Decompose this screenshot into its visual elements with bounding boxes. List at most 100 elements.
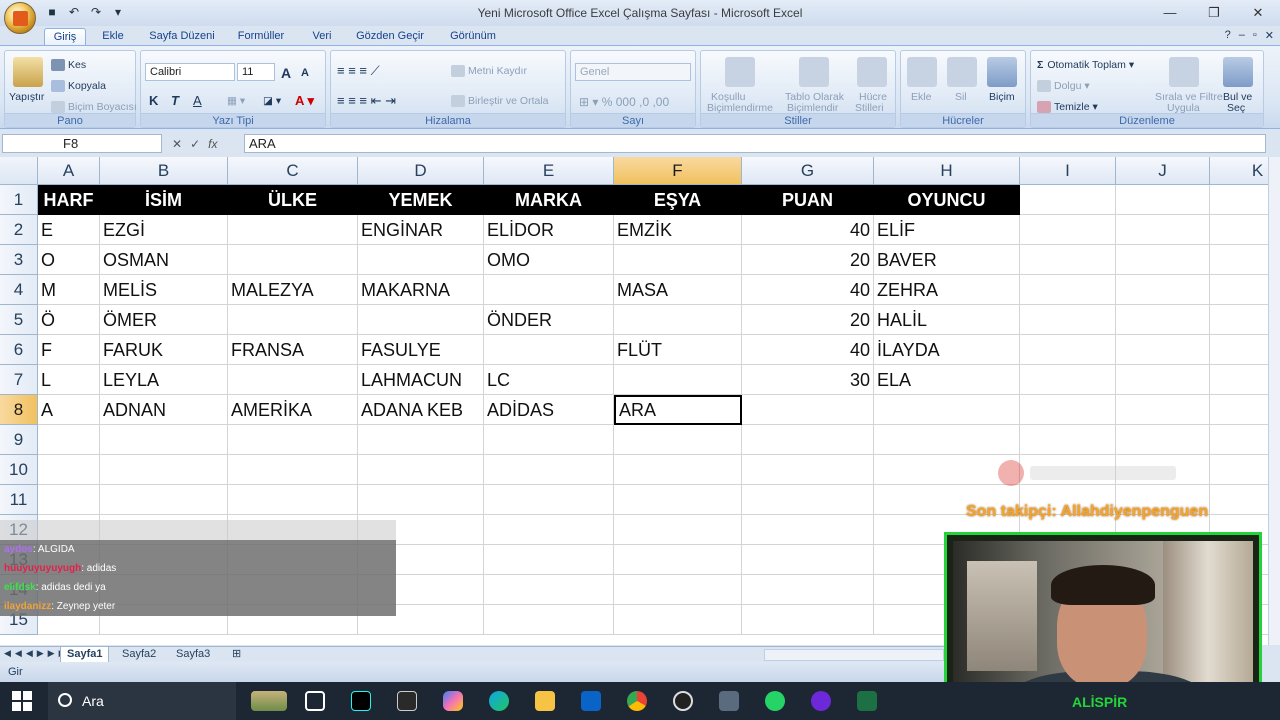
font-size-select[interactable]: 11 [237, 63, 275, 81]
tiktok-icon[interactable] [338, 682, 384, 720]
empty-cell[interactable] [1210, 395, 1268, 425]
epic-games-icon[interactable] [384, 682, 430, 720]
column-header[interactable]: H [874, 157, 1020, 185]
row-header[interactable]: 6 [0, 335, 38, 365]
table-cell[interactable] [614, 305, 742, 335]
empty-cell[interactable] [1116, 215, 1210, 245]
align-top-icon[interactable]: ≡ ≡ ≡ ⟋ [337, 63, 380, 79]
table-cell[interactable]: BAVER [874, 245, 1020, 275]
table-cell[interactable]: ADANA KEB [358, 395, 484, 425]
empty-cell[interactable] [1210, 455, 1268, 485]
table-cell[interactable]: ÖMER [100, 305, 228, 335]
windows-start-icon[interactable] [12, 691, 32, 711]
empty-cell[interactable] [38, 455, 100, 485]
empty-cell[interactable] [358, 455, 484, 485]
empty-cell[interactable] [614, 515, 742, 545]
table-cell[interactable] [484, 335, 614, 365]
table-cell[interactable] [614, 245, 742, 275]
bold-button[interactable]: K [149, 93, 158, 108]
table-cell[interactable] [228, 245, 358, 275]
column-header[interactable]: E [484, 157, 614, 185]
empty-cell[interactable] [614, 575, 742, 605]
align-left-icon[interactable]: ≡ ≡ ≡ ⇤ ⇥ [337, 93, 396, 109]
table-cell[interactable]: FLÜT [614, 335, 742, 365]
empty-cell[interactable] [614, 605, 742, 635]
name-box[interactable]: F8 [2, 134, 162, 153]
table-cell[interactable]: İLAYDA [874, 335, 1020, 365]
table-cell[interactable] [614, 365, 742, 395]
table-cell[interactable]: OMO [484, 245, 614, 275]
row-header[interactable]: 1 [0, 185, 38, 215]
row-header[interactable]: 2 [0, 215, 38, 245]
italic-button[interactable]: T [171, 93, 179, 108]
empty-cell[interactable] [1116, 305, 1210, 335]
empty-cell[interactable] [1020, 425, 1116, 455]
table-cell[interactable]: ÖNDER [484, 305, 614, 335]
number-format-select[interactable]: Genel [575, 63, 691, 81]
tab-giris[interactable]: Giriş [44, 28, 86, 46]
table-header-cell[interactable]: İSİM [100, 185, 228, 215]
empty-cell[interactable] [228, 455, 358, 485]
empty-cell[interactable] [742, 455, 874, 485]
empty-cell[interactable] [614, 455, 742, 485]
restore-button[interactable]: ❐ [1192, 0, 1236, 26]
table-cell[interactable]: ADNAN [100, 395, 228, 425]
column-header[interactable]: I [1020, 157, 1116, 185]
conditional-format-icon[interactable] [725, 57, 755, 87]
empty-cell[interactable] [100, 425, 228, 455]
empty-cell[interactable] [228, 425, 358, 455]
edge-icon[interactable] [476, 682, 522, 720]
table-header-cell[interactable]: YEMEK [358, 185, 484, 215]
empty-cell[interactable] [874, 425, 1020, 455]
empty-cell[interactable] [742, 425, 874, 455]
sheet-tab-sayfa3[interactable]: Sayfa3 [170, 647, 216, 662]
tab-ekle[interactable]: Ekle [96, 28, 130, 46]
calculator-icon[interactable] [706, 682, 752, 720]
table-cell[interactable]: FASULYE [358, 335, 484, 365]
empty-cell[interactable] [484, 425, 614, 455]
font-color-icon[interactable]: A ▾ [295, 93, 314, 109]
table-cell[interactable]: LEYLA [100, 365, 228, 395]
landscape-widget-icon[interactable] [246, 682, 292, 720]
table-cell[interactable]: MALEZYA [228, 275, 358, 305]
row-header[interactable]: 5 [0, 305, 38, 335]
format-cells-icon[interactable] [987, 57, 1017, 87]
table-cell[interactable]: EMZİK [614, 215, 742, 245]
cut-button[interactable]: Kes [51, 59, 86, 72]
help-icon[interactable]: ? [1225, 29, 1231, 42]
outlook-icon[interactable] [568, 682, 614, 720]
empty-cell[interactable] [1210, 365, 1268, 395]
empty-cell[interactable] [484, 575, 614, 605]
table-cell[interactable]: MASA [614, 275, 742, 305]
cancel-icon[interactable]: ✕ [172, 137, 182, 151]
wrap-text-button[interactable]: Metni Kaydır [451, 65, 527, 78]
column-header[interactable]: B [100, 157, 228, 185]
border-icon[interactable]: ▦ ▾ [227, 95, 245, 107]
empty-cell[interactable] [1210, 245, 1268, 275]
empty-cell[interactable] [1210, 425, 1268, 455]
table-cell[interactable]: FARUK [100, 335, 228, 365]
tab-formuller[interactable]: Formüller [232, 28, 290, 46]
empty-cell[interactable] [1210, 335, 1268, 365]
format-cells-button[interactable]: Biçim [989, 91, 1015, 103]
empty-cell[interactable] [1116, 245, 1210, 275]
row-header[interactable]: 10 [0, 455, 38, 485]
paste-button[interactable]: Yapıştır [9, 91, 44, 103]
column-header[interactable]: A [38, 157, 100, 185]
paste-icon[interactable] [13, 57, 43, 87]
table-cell[interactable]: ADİDAS [484, 395, 614, 425]
empty-cell[interactable] [1020, 335, 1116, 365]
tab-gorunum[interactable]: Görünüm [444, 28, 502, 46]
ribbon-minimize-icon[interactable]: – [1239, 29, 1245, 42]
table-cell[interactable]: ENGİNAR [358, 215, 484, 245]
table-cell[interactable] [484, 275, 614, 305]
taskbar-search[interactable]: Ara [48, 682, 236, 720]
empty-cell[interactable] [1210, 215, 1268, 245]
file-explorer-icon[interactable] [522, 682, 568, 720]
empty-cell[interactable] [1116, 395, 1210, 425]
empty-cell[interactable] [228, 485, 358, 515]
empty-cell[interactable] [1020, 305, 1116, 335]
empty-cell[interactable] [1210, 275, 1268, 305]
table-cell[interactable]: FRANSA [228, 335, 358, 365]
row-header[interactable]: 7 [0, 365, 38, 395]
